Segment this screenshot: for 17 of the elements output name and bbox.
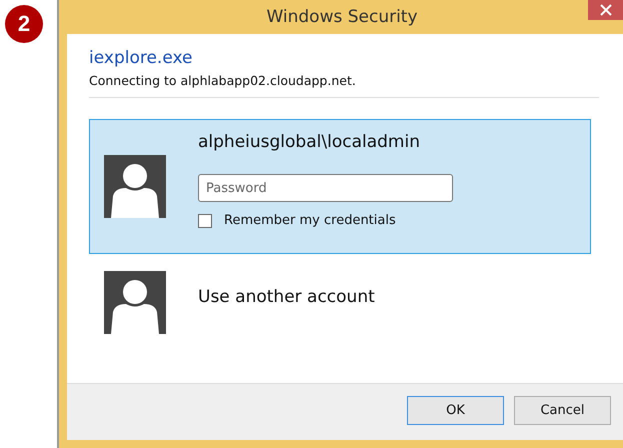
- step-badge: 2: [5, 5, 43, 43]
- user-avatar-icon: [104, 271, 166, 334]
- close-button[interactable]: [588, 0, 623, 20]
- app-name: iexplore.exe: [89, 48, 194, 68]
- remember-label: Remember my credentials: [224, 213, 396, 228]
- account-name: alpheiusglobal\localadmin: [198, 132, 421, 152]
- account-tile[interactable]: alpheiusglobal\localadmin Password Remember my credentials: [89, 119, 591, 254]
- remember-checkbox[interactable]: [198, 214, 212, 228]
- connection-message: Connecting to alphlabapp02.cloudapp.net.: [89, 73, 357, 88]
- user-avatar-icon: [104, 155, 166, 218]
- account-name: Use another account: [198, 287, 375, 307]
- ok-button[interactable]: OK: [407, 396, 504, 425]
- account-tile[interactable]: Use another account: [89, 254, 591, 335]
- cancel-button[interactable]: Cancel: [514, 396, 611, 425]
- password-field[interactable]: Password: [198, 174, 453, 202]
- close-icon: [600, 4, 612, 16]
- window-title: Windows Security: [266, 7, 418, 27]
